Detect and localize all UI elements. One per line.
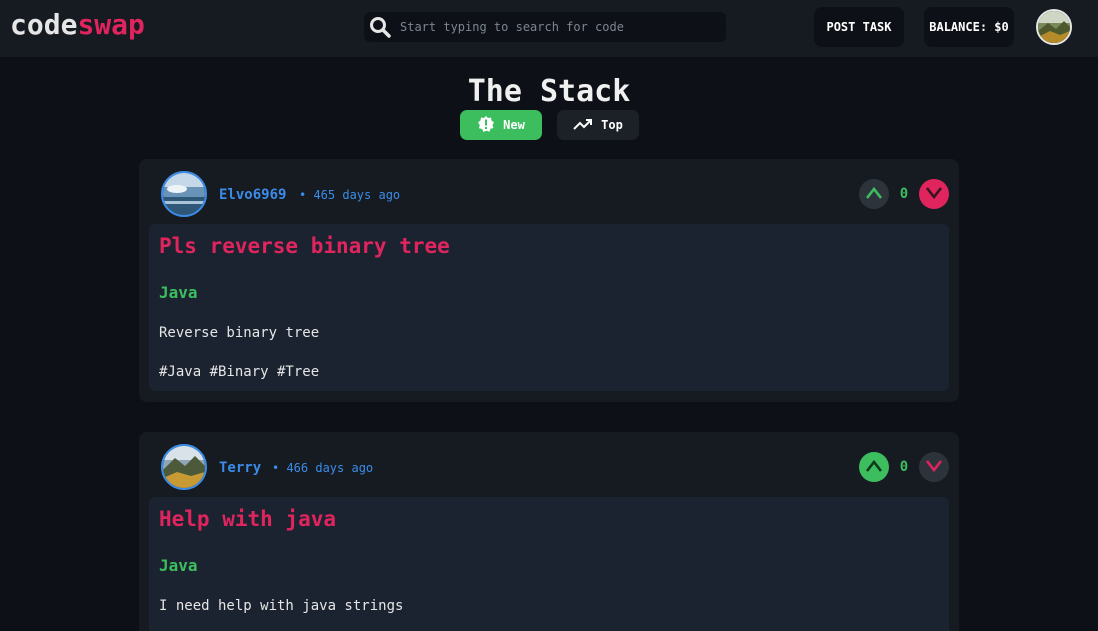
tab-new[interactable]: New: [460, 110, 542, 140]
post-author-avatar[interactable]: [161, 171, 207, 217]
post-language: Java: [159, 283, 198, 302]
post-description: Reverse binary tree: [159, 325, 320, 341]
downvote-button[interactable]: [919, 452, 949, 482]
post-description: I need help with java strings: [159, 598, 404, 614]
vote-count: 0: [899, 186, 909, 202]
downvote-button[interactable]: [919, 179, 949, 209]
balance-button[interactable]: BALANCE: $0: [924, 7, 1014, 47]
page-title: The Stack: [467, 74, 631, 109]
post-body[interactable]: Pls reverse binary tree Java Reverse bin…: [149, 224, 949, 391]
tab-top[interactable]: Top: [557, 110, 639, 140]
chevron-down-icon: [925, 185, 943, 204]
post-author-name[interactable]: Terry: [219, 460, 261, 476]
post-task-button[interactable]: POST TASK: [814, 7, 904, 47]
chevron-down-icon: [925, 458, 943, 477]
vote-count: 0: [899, 459, 909, 475]
top-navbar: codeswap POST TASK BALANCE: $0: [0, 0, 1098, 57]
search-bar: [364, 12, 726, 42]
post-timestamp: • 465 days ago: [299, 188, 401, 202]
post-title[interactable]: Pls reverse binary tree: [159, 234, 450, 258]
post-author-avatar[interactable]: [161, 444, 207, 490]
search-icon[interactable]: [368, 15, 392, 39]
user-avatar[interactable]: [1036, 9, 1072, 45]
post-card[interactable]: Elvo6969 • 465 days ago 0 Pls reverse bi…: [139, 159, 959, 402]
post-language: Java: [159, 556, 198, 575]
post-timestamp: • 466 days ago: [272, 461, 374, 475]
tab-top-label: Top: [601, 118, 623, 132]
post-author-name[interactable]: Elvo6969: [219, 187, 286, 203]
post-card[interactable]: Terry • 466 days ago 0 Help with java Ja…: [139, 432, 959, 631]
post-title[interactable]: Help with java: [159, 507, 336, 531]
upvote-button[interactable]: [859, 452, 889, 482]
post-body[interactable]: Help with java Java I need help with jav…: [149, 497, 949, 631]
chevron-up-icon: [865, 458, 883, 477]
chevron-up-icon: [865, 185, 883, 204]
trending-up-icon: [573, 117, 593, 134]
alert-badge-icon: [477, 115, 495, 136]
post-tags: #Java #Binary #Tree: [159, 364, 320, 380]
tab-new-label: New: [503, 118, 525, 132]
codeswap-logo[interactable]: codeswap: [10, 8, 145, 41]
search-input[interactable]: [400, 12, 720, 42]
upvote-button[interactable]: [859, 179, 889, 209]
